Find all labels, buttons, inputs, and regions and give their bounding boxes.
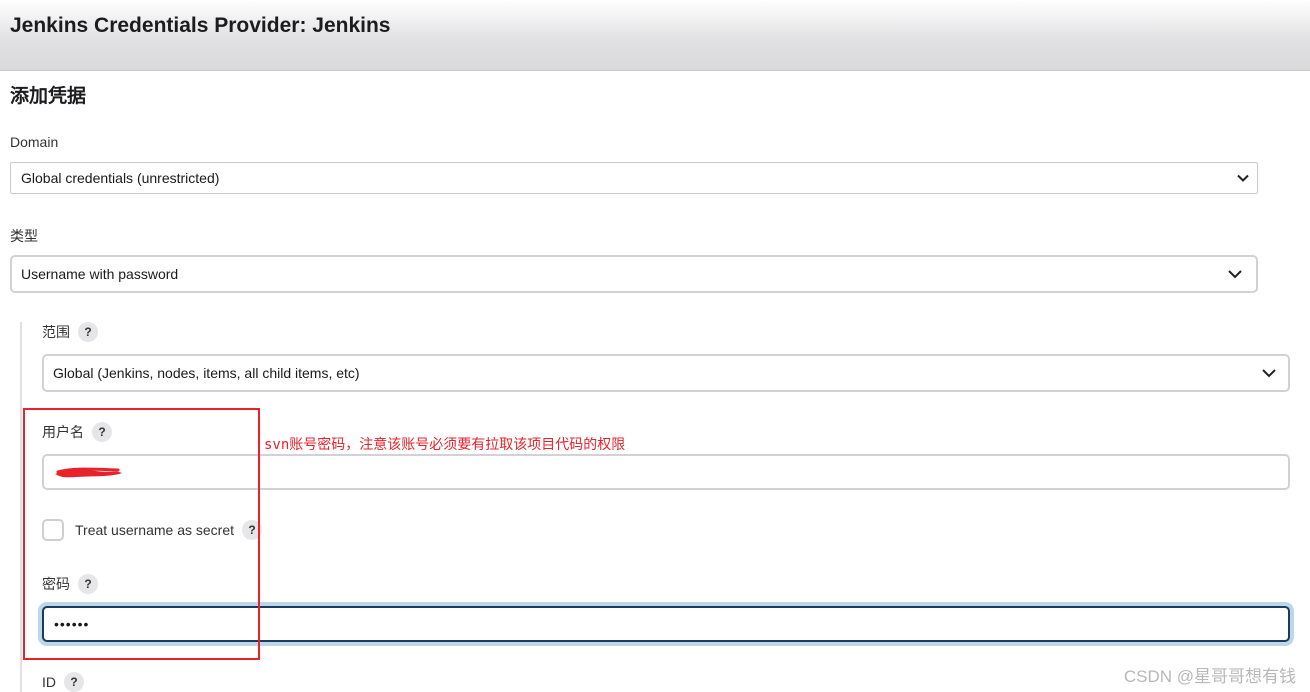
chevron-down-icon	[1228, 270, 1242, 279]
watermark: CSDN @星哥哥想有钱	[1123, 667, 1296, 686]
annotation-text: svn账号密码，注意该账号必须要有拉取该项目代码的权限	[264, 434, 625, 454]
section-title: 添加凭据	[10, 86, 87, 107]
annotation-prefix: svn	[264, 437, 290, 453]
domain-select-value: Global credentials (unrestricted)	[21, 170, 220, 186]
kind-select[interactable]: Username with password	[10, 255, 1258, 293]
page-header: Jenkins Credentials Provider: Jenkins	[0, 0, 1310, 71]
id-label-row: ID ?	[42, 672, 84, 692]
id-help-icon[interactable]: ?	[64, 672, 84, 692]
chevron-down-icon	[1262, 369, 1276, 378]
scope-help-icon[interactable]: ?	[78, 322, 98, 342]
page-title: Jenkins Credentials Provider: Jenkins	[10, 14, 391, 37]
scope-label-row: 范围 ?	[42, 322, 98, 342]
kind-label: 类型	[10, 228, 38, 244]
nested-section-divider	[20, 322, 22, 692]
scope-select[interactable]: Global (Jenkins, nodes, items, all child…	[42, 354, 1290, 392]
scope-select-value: Global (Jenkins, nodes, items, all child…	[53, 365, 360, 381]
annotation-body: 账号密码，注意该账号必须要有拉取该项目代码的权限	[289, 437, 626, 453]
scope-label: 范围	[42, 324, 70, 340]
chevron-down-icon	[1237, 174, 1249, 182]
id-label: ID	[42, 674, 56, 690]
domain-select[interactable]: Global credentials (unrestricted)	[10, 162, 1258, 194]
kind-select-value: Username with password	[21, 266, 179, 282]
annotation-highlight-box	[23, 408, 260, 660]
domain-label: Domain	[10, 134, 59, 150]
